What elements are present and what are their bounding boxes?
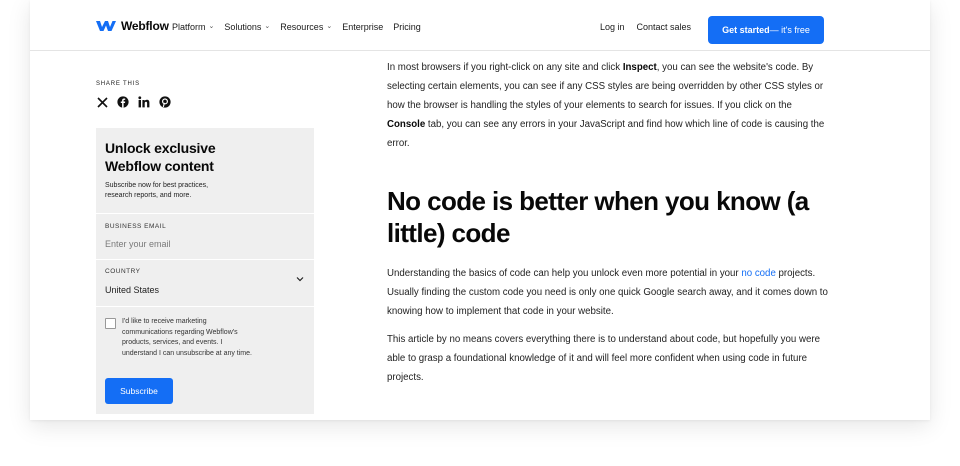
email-field[interactable] <box>105 237 295 251</box>
top-nav: Webflow Platform ⌄ Solutions ⌄ Resources… <box>30 0 930 51</box>
paragraph: In most browsers if you right-click on a… <box>387 62 825 149</box>
country-label: COUNTRY <box>105 268 141 275</box>
article-body-top: In most browsers if you right-click on a… <box>387 58 829 153</box>
no-code-link[interactable]: no code <box>741 268 775 279</box>
pinterest-icon[interactable] <box>159 96 171 108</box>
share-label: SHARE THIS <box>96 81 140 87</box>
brand-name: Webflow <box>121 19 169 33</box>
subscribe-button[interactable]: Subscribe <box>105 378 173 404</box>
newsletter-subtitle: Subscribe now for best practices, resear… <box>105 182 209 199</box>
nav-links: Platform ⌄ Solutions ⌄ Resources ⌄ Enter… <box>172 22 421 32</box>
linkedin-icon[interactable] <box>138 96 150 108</box>
paragraph: This article by no means covers everythi… <box>387 334 820 383</box>
chevron-down-icon: ⌄ <box>264 23 271 30</box>
chevron-down-icon: ⌄ <box>326 23 333 30</box>
nav-pricing[interactable]: Pricing <box>393 22 421 32</box>
page-frame: Webflow Platform ⌄ Solutions ⌄ Resources… <box>30 0 930 420</box>
divider <box>96 259 314 260</box>
share-icons <box>96 96 171 108</box>
consent-text: I'd like to receive marketing communicat… <box>122 318 252 357</box>
divider <box>96 213 314 214</box>
divider <box>96 306 314 307</box>
nav-solutions[interactable]: Solutions ⌄ <box>224 22 270 32</box>
facebook-icon[interactable] <box>117 96 129 108</box>
country-select[interactable]: United States <box>105 285 159 295</box>
webflow-logo[interactable]: Webflow <box>96 19 169 33</box>
chevron-down-icon: ⌄ <box>208 23 215 30</box>
article-body-bottom: Understanding the basics of code can hel… <box>387 264 829 387</box>
paragraph: Understanding the basics of code can hel… <box>387 268 828 317</box>
webflow-w-icon <box>96 21 116 31</box>
chevron-down-icon[interactable] <box>296 275 304 283</box>
email-label: BUSINESS EMAIL <box>105 223 167 230</box>
contact-sales-link[interactable]: Contact sales <box>637 22 692 32</box>
get-started-button[interactable]: Get started — it's free <box>708 16 824 44</box>
x-icon[interactable] <box>96 96 108 108</box>
nav-enterprise[interactable]: Enterprise <box>342 22 383 32</box>
section-heading: No code is better when you know (a littl… <box>387 186 809 248</box>
newsletter-title: Unlock exclusive Webflow content <box>105 140 216 174</box>
nav-right: Log in Contact sales <box>600 22 691 32</box>
consent-checkbox[interactable] <box>105 318 116 329</box>
login-link[interactable]: Log in <box>600 22 625 32</box>
newsletter-panel: Unlock exclusive Webflow content Subscri… <box>96 128 314 414</box>
nav-resources[interactable]: Resources ⌄ <box>280 22 332 32</box>
nav-platform[interactable]: Platform ⌄ <box>172 22 214 32</box>
